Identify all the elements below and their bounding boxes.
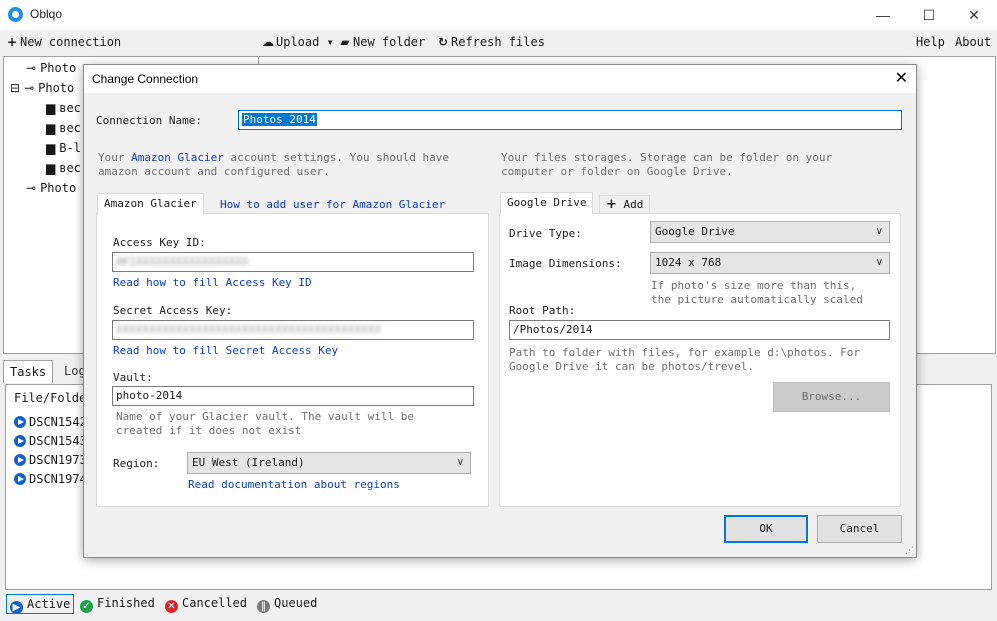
cancel-button[interactable]: Cancel <box>817 515 902 543</box>
status-filter-bar: ▶ Active ✓ Finished ✕ Cancelled ‖ Queued <box>0 592 997 616</box>
image-dimensions-hint-line2: the picture automatically scaled <box>651 293 863 306</box>
active-task-icon <box>14 454 26 466</box>
cloud-upload-icon: ☁ <box>262 35 274 49</box>
list-item[interactable]: DSCN1542 <box>14 413 87 431</box>
tab-tasks[interactable]: Tasks <box>3 360 54 383</box>
folder-icon: ▆ <box>46 141 56 155</box>
dialog-titlebar: Change Connection ✕ <box>84 65 916 93</box>
window-titlebar: Oblqo — ☐ ✕ <box>0 0 997 30</box>
tab-google-drive[interactable]: Google Drive <box>500 192 594 214</box>
secret-key-help-link[interactable]: Read how to fill Secret Access Key <box>113 344 338 357</box>
folder-icon: ▆ <box>46 121 56 135</box>
access-key-help-link[interactable]: Read how to fill Access Key ID <box>113 276 312 289</box>
image-dimensions-select[interactable]: 1024 x 768 ∨ <box>650 252 890 274</box>
secret-key-label: Secret Access Key: <box>113 304 233 317</box>
collapse-icon[interactable]: ⊟ <box>10 81 20 95</box>
glacier-intro-line2: amazon account and configured user. <box>98 165 330 178</box>
ok-button[interactable]: OK <box>724 515 808 543</box>
access-key-label: Access Key ID: <box>113 236 206 249</box>
tree-node[interactable]: ▆ вес <box>46 99 81 117</box>
play-icon: ▶ <box>10 601 23 614</box>
plus-icon: + <box>6 35 18 49</box>
refresh-icon: ↻ <box>437 35 449 49</box>
window-title: Oblqo <box>30 7 63 21</box>
region-label: Region: <box>113 457 160 470</box>
filter-cancelled[interactable]: ✕ Cancelled <box>165 594 247 613</box>
upload-button[interactable]: ☁ Upload ▾ <box>260 34 334 50</box>
active-task-icon <box>14 473 26 485</box>
amazon-glacier-link[interactable]: Amazon Glacier <box>131 151 224 164</box>
active-task-icon <box>14 435 26 447</box>
region-select[interactable]: EU West (Ireland) ∨ <box>187 452 471 474</box>
vault-hint-line1: Name of your Glacier vault. The vault wi… <box>116 410 415 423</box>
access-key-input[interactable]: AKIAXXXXXXXXXXXXXXXX <box>112 252 474 272</box>
image-dimensions-hint-line1: If photo's size more than this, <box>651 279 857 292</box>
folder-icon: ▆ <box>46 161 56 175</box>
tree-node[interactable]: ⊟ ⊸ Photo <box>10 79 74 97</box>
list-item[interactable]: DSCN1973 <box>14 451 87 469</box>
cancel-icon: ✕ <box>165 600 178 613</box>
active-task-icon <box>14 416 26 428</box>
new-folder-button[interactable]: ▰ New folder <box>337 34 425 50</box>
resize-grip-icon[interactable]: ⋰ <box>905 546 914 556</box>
plug-icon: ⊸ <box>26 181 37 195</box>
minimize-button[interactable]: — <box>860 0 906 30</box>
root-path-input[interactable]: /Photos/2014 <box>509 320 890 340</box>
secret-key-input[interactable]: XXXXXXXXXXXXXXXXXXXXXXXXXXXXXXXXXXXXXXXX <box>112 320 474 340</box>
check-icon: ✓ <box>80 600 93 613</box>
plug-icon: ⊸ <box>26 61 37 75</box>
tree-node[interactable]: ▆ B-l <box>46 139 81 157</box>
close-icon[interactable]: ✕ <box>895 68 908 87</box>
list-item[interactable]: DSCN1543 <box>14 432 87 450</box>
close-window-button[interactable]: ✕ <box>951 0 997 30</box>
tree-node[interactable]: ▆ вес <box>46 159 81 177</box>
drive-type-label: Drive Type: <box>509 227 582 240</box>
change-connection-dialog: Change Connection ✕ Connection Name: Pho… <box>83 64 917 558</box>
plug-icon: ⊸ <box>24 81 35 95</box>
folder-icon: ▆ <box>46 101 56 115</box>
drive-type-select[interactable]: Google Drive ∨ <box>650 221 890 243</box>
app-logo-icon <box>8 7 23 22</box>
storage-intro-line1: Your files storages. Storage can be fold… <box>501 151 833 164</box>
chevron-down-icon: ∨ <box>875 257 883 268</box>
storage-intro-line2: computer or folder on Google Drive. <box>501 165 733 178</box>
browse-button[interactable]: Browse... <box>773 382 890 412</box>
new-connection-button[interactable]: + New connection <box>4 34 121 50</box>
vault-label: Vault: <box>113 371 153 384</box>
filter-queued[interactable]: ‖ Queued <box>257 594 317 613</box>
root-path-label: Root Path: <box>509 304 576 317</box>
toolbar: + New connection ☁ Upload ▾ ▰ New folder ↻ R… <box>0 30 997 54</box>
filter-active[interactable]: ▶ Active <box>6 594 75 614</box>
filter-finished[interactable]: ✓ Finished <box>80 594 155 613</box>
dialog-title: Change Connection <box>92 72 199 86</box>
connection-name-input[interactable]: Photos 2014 <box>238 110 902 130</box>
about-menu[interactable]: About <box>955 34 991 50</box>
region-doc-link[interactable]: Read documentation about regions <box>188 478 400 491</box>
help-menu[interactable]: Help <box>916 34 945 50</box>
refresh-files-button[interactable]: ↻ Refresh files <box>435 34 545 50</box>
maximize-button[interactable]: ☐ <box>906 0 952 30</box>
vault-hint-line2: created if it does not exist <box>116 424 302 437</box>
plus-icon: + <box>606 197 617 212</box>
image-dimensions-label: Image Dimensions: <box>509 257 622 270</box>
vault-input[interactable]: photo-2014 <box>112 386 474 406</box>
tree-node[interactable]: ⊸ Photo <box>26 59 76 77</box>
glacier-howto-link[interactable]: How to add user for Amazon Glacier <box>220 198 445 211</box>
tab-add[interactable]: + Add <box>599 195 651 214</box>
root-path-hint-line2: Google Drive it can be photos/trevel. <box>509 360 755 373</box>
list-item[interactable]: DSCN1974 <box>14 470 87 488</box>
chevron-down-icon: ∨ <box>875 226 883 237</box>
tab-amazon-glacier[interactable]: Amazon Glacier <box>97 193 204 215</box>
chevron-down-icon: ∨ <box>456 457 464 468</box>
new-folder-icon: ▰ <box>340 35 350 49</box>
pause-icon: ‖ <box>257 600 270 613</box>
column-header-file[interactable]: File/Folde <box>14 389 86 407</box>
connection-name-label: Connection Name: <box>96 114 202 127</box>
glacier-intro-line1: Your Amazon Glacier account settings. Yo… <box>98 151 450 164</box>
root-path-hint-line1: Path to folder with files, for example d… <box>509 346 860 359</box>
tree-node[interactable]: ▆ вес <box>46 119 81 137</box>
tree-node[interactable]: ⊸ Photo <box>26 179 76 197</box>
